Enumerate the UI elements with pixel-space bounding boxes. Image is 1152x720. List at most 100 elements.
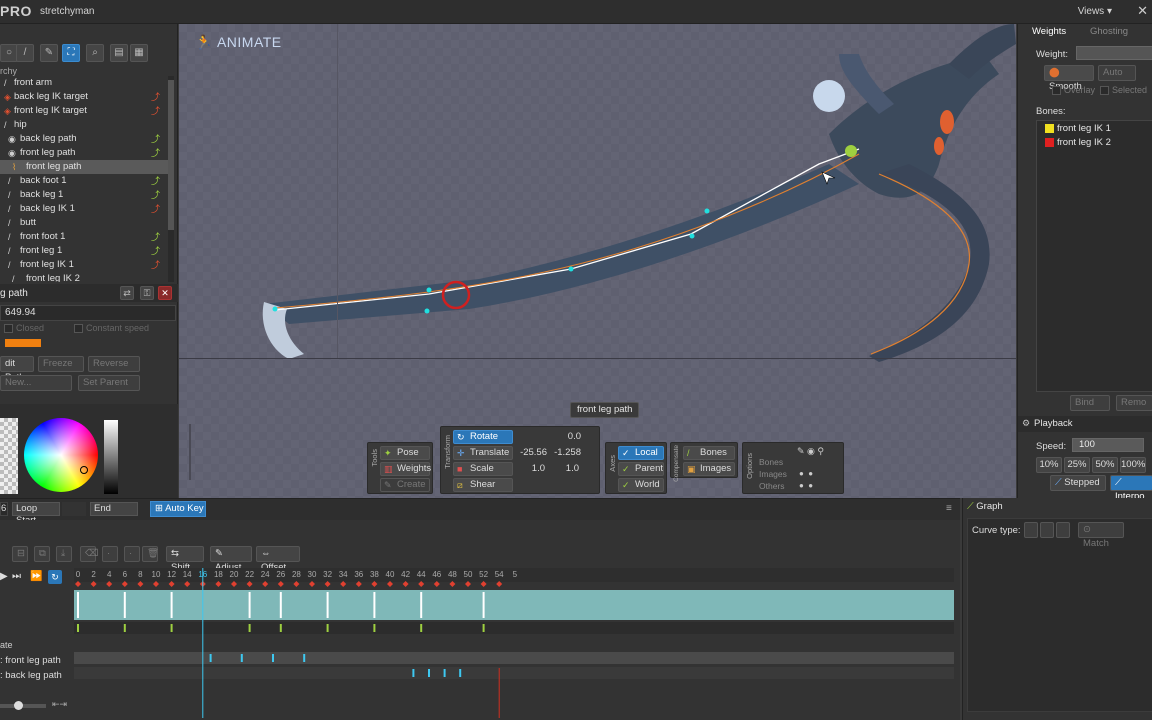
adjust-button[interactable]: ✎ Adjust [210, 546, 252, 573]
trash-icon[interactable]: 🗑 [142, 546, 159, 562]
bones-filter-icon[interactable]: / [16, 44, 34, 62]
views-menu[interactable]: Views ▾ [1078, 6, 1112, 17]
set-parent-button[interactable]: Set Parent [78, 375, 140, 391]
weights-button[interactable]: ▥ Weights [380, 462, 431, 476]
select-icon[interactable]: ⛶ [62, 44, 80, 62]
zoom-slider[interactable] [187, 424, 193, 484]
dopesheet[interactable]: ⊟ ⧉ ⤓ ⌫ · · 🗑 ⇆ Shift ✎ Adjust ⇔ Offset … [0, 520, 960, 720]
graph-tab[interactable]: ⟋ Graph [963, 500, 1003, 514]
selected-toggle[interactable]: Selected [1100, 85, 1147, 96]
tree-row[interactable]: ◉ back leg path ⤴ [0, 132, 168, 146]
scale-y[interactable]: 1.0 [553, 462, 579, 476]
shift-button[interactable]: ⇆ Shift [166, 546, 204, 573]
color-picker[interactable] [0, 404, 178, 498]
tree-row[interactable]: / front leg IK 2 [0, 272, 168, 282]
paste-icon[interactable]: ⤓ [56, 546, 72, 562]
weights-tab[interactable]: Weights [1018, 24, 1066, 40]
tree-row[interactable]: / front leg 1 ⤴ [0, 244, 168, 258]
bones-list[interactable]: front leg IK 1 front leg IK 2 [1036, 120, 1152, 392]
speed-preset-button[interactable]: 10% [1036, 457, 1062, 473]
dopesheet-menu-icon[interactable]: ≡ [946, 503, 952, 514]
collapse-icon[interactable]: ▤ [110, 44, 128, 62]
hierarchy-tree[interactable]: / front arm ◈ back leg IK target ⤴ ◈ front leg… [0, 76, 168, 282]
tree-row[interactable]: / back foot 1 ⤴ [0, 174, 168, 188]
constraint-off-icon[interactable]: ⤴ [151, 258, 160, 272]
tree-row[interactable]: / front leg IK 1 ⤴ [0, 258, 168, 272]
auto-key-button[interactable]: ⊞ Auto Key [150, 501, 206, 517]
tree-row[interactable]: / front foot 1 ⤴ [0, 230, 168, 244]
speed-preset-button[interactable]: 25% [1064, 457, 1090, 473]
fit-icon[interactable]: ⇤⇥ [52, 699, 67, 710]
shear-button[interactable]: ⧄ Shear [453, 478, 513, 492]
rotate-button[interactable]: ↻ Rotate [453, 430, 513, 444]
curve-stepped-button[interactable] [1040, 522, 1054, 538]
last-frame-icon[interactable]: ⏩ [30, 571, 42, 582]
hue-wheel[interactable] [24, 418, 98, 492]
tree-row[interactable]: ◈ front leg IK target ⤴ [0, 104, 168, 118]
remove-button[interactable]: Remo [1116, 395, 1152, 411]
scale-button[interactable]: ■ Scale [453, 462, 513, 476]
copy-icon[interactable]: ⧉ [34, 546, 50, 562]
speed-preset-button[interactable]: 50% [1092, 457, 1118, 473]
constraint-on-icon[interactable]: ⤴ [151, 146, 160, 160]
tree-row[interactable]: ◈ back leg IK target ⤴ [0, 90, 168, 104]
curve-linear-button[interactable] [1024, 522, 1038, 538]
constraint-on-icon[interactable]: ⤴ [151, 244, 160, 258]
constraint-off-icon[interactable]: ⤴ [151, 104, 160, 118]
constraint-on-icon[interactable]: ⤴ [151, 188, 160, 202]
closed-checkbox[interactable]: Closed [4, 323, 44, 334]
alpha-slider[interactable] [0, 418, 18, 494]
key-icon[interactable]: ⚿ [140, 286, 154, 300]
edit-path-button[interactable]: dit Path [0, 356, 34, 383]
compensate-bones-button[interactable]: / Bones [683, 446, 735, 460]
tree-row[interactable]: / back leg 1 ⤴ [0, 188, 168, 202]
erase-icon[interactable]: ⌫ [80, 546, 98, 562]
tree-row[interactable]: / butt [0, 216, 168, 230]
pose-button[interactable]: ✦ Pose [380, 446, 430, 460]
path-length-field[interactable]: 649.94 [0, 305, 176, 321]
curve-bezier-button[interactable] [1056, 522, 1070, 538]
rotate-value[interactable]: 0.0 [551, 430, 581, 444]
parent-button[interactable]: ✓ Parent [618, 462, 664, 476]
viewport[interactable]: 🏃 ANIMATE front leg path Tools ✦ Pose ▥ Wei… [179, 24, 1016, 498]
ghosting-tab[interactable]: Ghosting [1076, 24, 1128, 40]
speed-preset-button[interactable]: 100% [1120, 457, 1146, 473]
translate-x[interactable]: -25.56 [515, 446, 547, 460]
options-icons[interactable]: ✎ ◉ ⚲ [797, 446, 824, 457]
new-button[interactable]: New... [0, 375, 72, 391]
constraint-on-icon[interactable]: ⤴ [151, 174, 160, 188]
constraint-off-icon[interactable]: ⤴ [151, 202, 160, 216]
constraint-on-icon[interactable]: ⤴ [151, 132, 160, 146]
compensate-images-button[interactable]: ▣ Images [683, 462, 735, 476]
match-button[interactable]: ⊙ Match [1078, 522, 1124, 549]
loop-icon[interactable]: ↻ [48, 570, 62, 584]
smooth-button[interactable]: ⬤ Smooth [1044, 65, 1094, 92]
graph-canvas[interactable]: Curve type: ⊙ Match [967, 518, 1152, 712]
end-field[interactable]: End [90, 502, 138, 516]
reverse-button[interactable]: Reverse [88, 356, 140, 372]
delete-icon[interactable]: ✕ [158, 286, 172, 300]
freeze-button[interactable]: Freeze [38, 356, 84, 372]
speed-slider[interactable]: 100 [1072, 438, 1144, 452]
interpolated-button[interactable]: ⟋ Interpo [1110, 475, 1152, 502]
tree-row[interactable]: / back leg IK 1 ⤴ [0, 202, 168, 216]
options-others-dots[interactable]: ● ● [799, 481, 813, 490]
stepped-button[interactable]: ⟋ Stepped [1050, 475, 1106, 491]
close-icon[interactable]: ✕ [1137, 3, 1148, 19]
tree-row[interactable]: / front arm [0, 76, 168, 90]
frame-field[interactable]: 6 [0, 502, 8, 516]
translate-y[interactable]: -1.258 [549, 446, 581, 460]
loop-start-field[interactable]: Loop Start [12, 502, 60, 526]
find-icon[interactable]: ⌕ [86, 44, 104, 62]
options-images-dots[interactable]: ● ● [799, 469, 813, 478]
lock-icon[interactable]: ⊟ [12, 546, 28, 562]
value-slider[interactable] [104, 420, 118, 494]
expand-icon[interactable]: ▦ [130, 44, 148, 62]
tree-row[interactable]: / hip [0, 118, 168, 132]
next-frame-icon[interactable]: ⏭ [12, 571, 21, 582]
bone-list-item[interactable]: front leg IK 2 [1037, 136, 1152, 149]
path-color-swatch[interactable] [4, 338, 42, 348]
translate-button[interactable]: ✛ Translate [453, 446, 513, 460]
world-button[interactable]: ✓ World [618, 478, 664, 492]
next-key-icon[interactable]: · [124, 546, 140, 562]
